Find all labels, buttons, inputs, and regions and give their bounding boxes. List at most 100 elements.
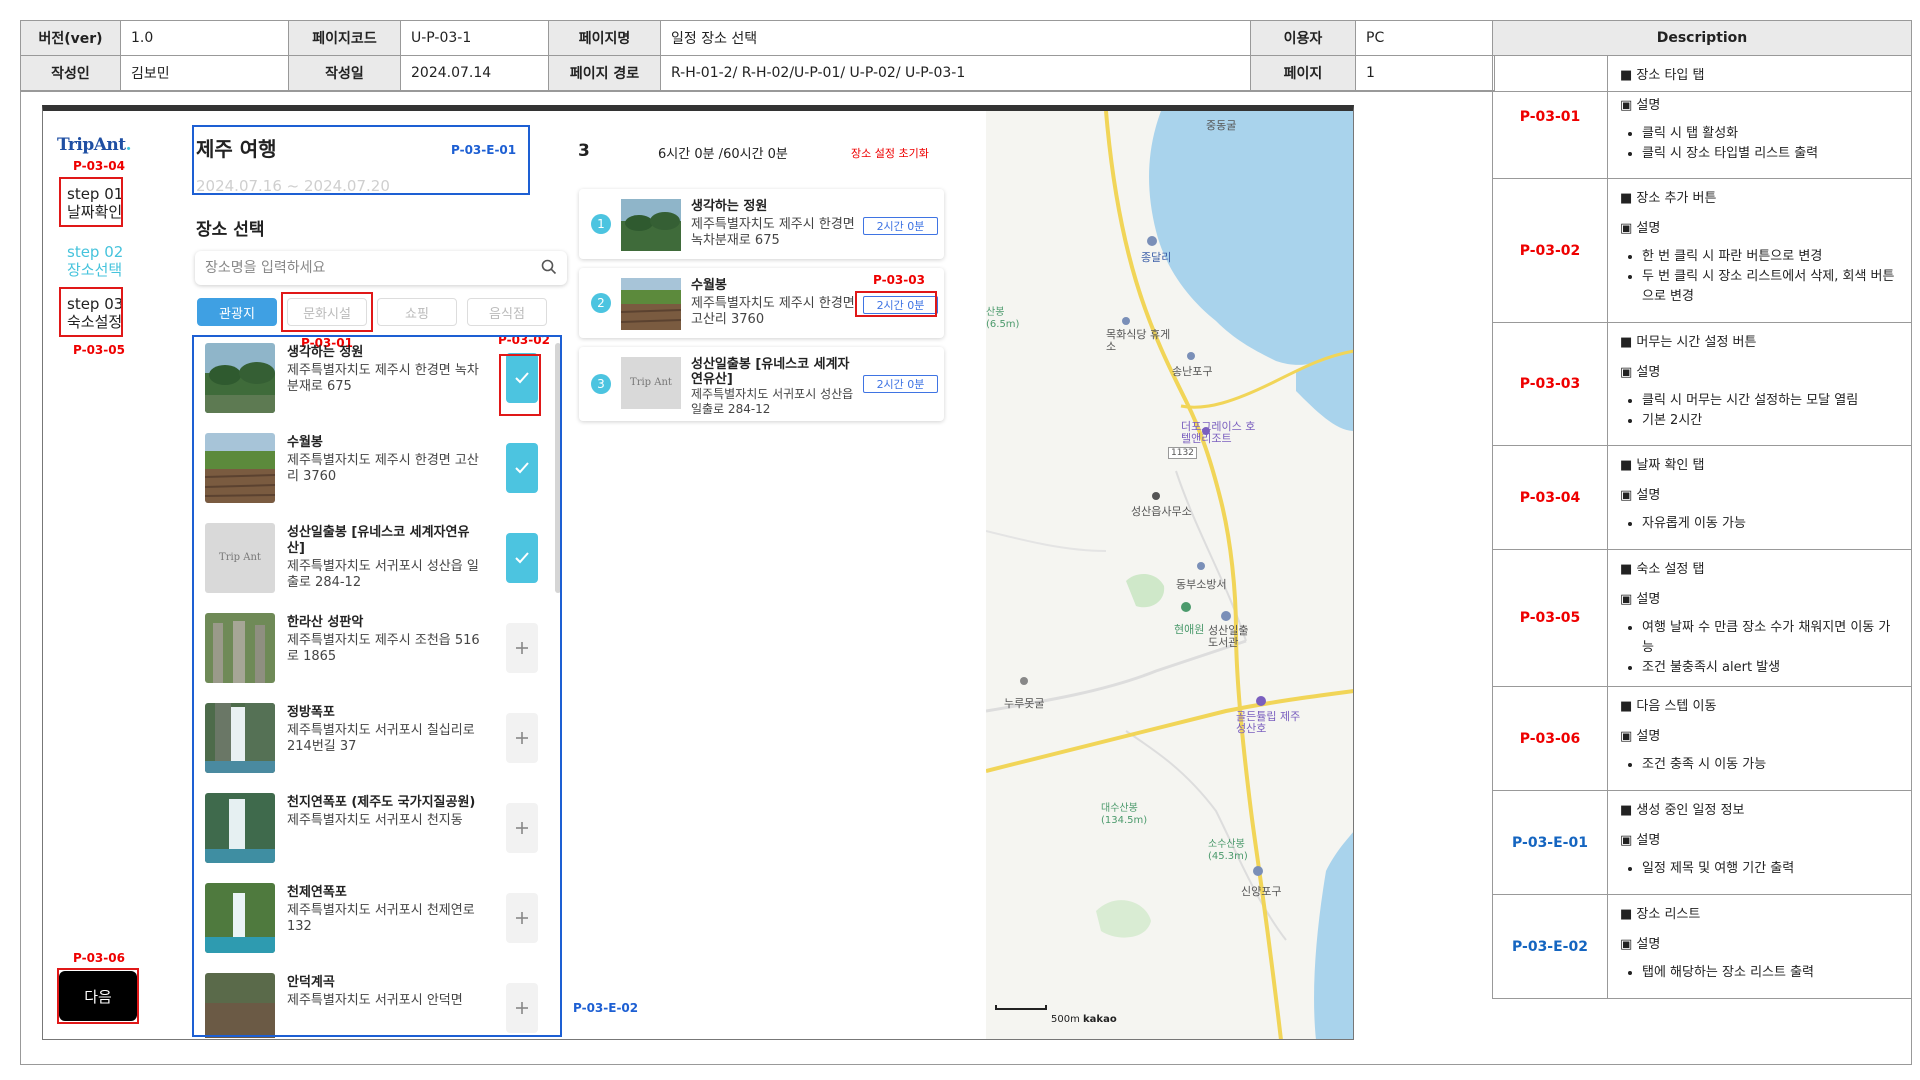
map[interactable]: 종달리 중동굴 목화식당 휴게소 송난포구 더포그레이스 호텔앤리조트 성산읍사… <box>986 111 1353 1039</box>
tab-restaurants[interactable]: 음식점 <box>467 298 547 326</box>
desc-sub: ▣ 설명 <box>1620 488 1661 503</box>
map-label: 소수산봉 (45.3m) <box>1208 839 1248 862</box>
desc-code: P-03-01 <box>1492 55 1608 179</box>
desc-code: P-03-02 <box>1492 178 1608 323</box>
app-window: TripAnt. P-03-04 step 01 날짜확인 step 02 장소… <box>42 105 1354 1040</box>
desc-title: ■ 날짜 확인 탭 <box>1620 458 1705 473</box>
desc-item: 클릭 시 머무는 시간 설정하는 모달 열림 <box>1642 391 1901 411</box>
version-value: 1.0 <box>120 20 289 56</box>
desc-code: P-03-05 <box>1492 549 1608 687</box>
desc-item: 자유롭게 이동 가능 <box>1642 514 1901 534</box>
page-value: 1 <box>1355 55 1495 91</box>
schedule-card[interactable]: 1 생각하는 정원 제주특별자치도 제주시 한경면 녹차분재로 675 2시간 … <box>579 189 944 259</box>
card-thumbnail <box>621 278 681 330</box>
desc-sub: ▣ 설명 <box>1620 221 1661 236</box>
description-header: Description <box>1492 20 1912 56</box>
schedule-card[interactable]: 3 Trip Ant 성산일출봉 [유네스코 세계자연유산] 제주특별자치도 서… <box>579 347 944 421</box>
annotation-box-e02 <box>192 335 562 1037</box>
map-label: 신양포구 <box>1241 885 1282 898</box>
desc-sub: ▣ 설명 <box>1620 592 1661 607</box>
card-place-name: 생각하는 정원 <box>691 199 768 214</box>
user-label: 이용자 <box>1250 20 1356 56</box>
map-label: 산봉 (6.5m) <box>986 307 1020 330</box>
desc-item: 클릭 시 장소 타입별 리스트 출력 <box>1642 144 1901 164</box>
map-label: 누루못굴 <box>1004 697 1045 710</box>
road-number-badge: 1132 <box>1168 447 1197 459</box>
step-02-place-select[interactable]: step 02 장소선택 <box>61 237 135 285</box>
desc-content: ■ 장소 추가 버튼 ▣ 설명 한 번 클릭 시 파란 버튼으로 변경두 번 클… <box>1607 178 1912 323</box>
meta-table: 버전(ver) 1.0 페이지코드 U-P-03-1 페이지명 일정 장소 선택… <box>20 20 1495 91</box>
stay-time-button[interactable]: 2시간 0분 <box>863 217 938 235</box>
desc-title: ■ 숙소 설정 탭 <box>1620 562 1705 577</box>
annotation-box-tabs <box>281 292 373 332</box>
search-input[interactable] <box>195 251 515 285</box>
search-icon[interactable] <box>541 259 557 279</box>
card-place-address: 제주특별자치도 서귀포시 성산읍 일출로 284-12 <box>691 387 854 416</box>
annotation-box-step01 <box>59 177 123 227</box>
desc-sub: ▣ 설명 <box>1620 365 1661 380</box>
annotation-p-03-06: P-03-06 <box>73 951 125 965</box>
annotation-box-next <box>57 968 139 1024</box>
tab-attractions[interactable]: 관광지 <box>197 298 277 326</box>
author-label: 작성인 <box>20 55 121 91</box>
desc-content: ■ 장소 리스트 ▣ 설명 탭에 해당하는 장소 리스트 출력 <box>1607 894 1912 999</box>
desc-item: 한 번 클릭 시 파란 버튼으로 변경 <box>1642 247 1901 267</box>
pagecode-value: U-P-03-1 <box>400 20 549 56</box>
desc-title: ■ 생성 중인 일정 정보 <box>1620 803 1745 818</box>
pagecode-label: 페이지코드 <box>288 20 401 56</box>
search-bar[interactable] <box>195 251 567 285</box>
desc-code: P-03-E-01 <box>1492 790 1608 895</box>
map-label: 목화식당 휴게소 <box>1106 328 1171 353</box>
logo-text: TripAnt <box>57 135 126 155</box>
map-label: 현애원 <box>1174 623 1205 636</box>
desc-item: 조건 불충족시 alert 발생 <box>1642 658 1901 678</box>
card-thumbnail: Trip Ant <box>621 357 681 409</box>
desc-content: ■ 다음 스텝 이동 ▣ 설명 조건 충족 시 이동 가능 <box>1607 686 1912 791</box>
pagename-label: 페이지명 <box>548 20 661 56</box>
desc-code: P-03-E-02 <box>1492 894 1608 999</box>
total-time: 6시간 0분 /60시간 0분 <box>658 147 788 162</box>
map-label: 더포그레이스 호텔앤리조트 <box>1181 420 1256 445</box>
desc-sub: ▣ 설명 <box>1620 937 1661 952</box>
scale-label: 500m <box>1051 1014 1080 1025</box>
reset-places-link[interactable]: 장소 설정 초기화 <box>851 145 929 161</box>
desc-title: ■ 장소 타입 탭 <box>1620 68 1705 83</box>
path-value: R-H-01-2/ R-H-02/U-P-01/ U-P-02/ U-P-03-… <box>660 55 1251 91</box>
desc-title: ■ 장소 추가 버튼 <box>1620 191 1717 206</box>
map-label: 성산읍사무소 <box>1131 505 1192 518</box>
desc-sub: ▣ 설명 <box>1620 833 1661 848</box>
stay-time-button[interactable]: 2시간 0분 <box>863 375 938 393</box>
annotation-p-03-04: P-03-04 <box>73 159 125 173</box>
order-badge: 3 <box>591 374 611 394</box>
card-place-address: 제주특별자치도 제주시 한경면 고산리 3760 <box>691 296 855 327</box>
version-label: 버전(ver) <box>20 20 121 56</box>
order-badge: 2 <box>591 293 611 313</box>
logo[interactable]: TripAnt. <box>57 135 132 155</box>
annotation-p-03-05: P-03-05 <box>73 343 125 357</box>
desc-item: 두 번 클릭 시 장소 리스트에서 삭제, 회색 버튼으로 변경 <box>1642 267 1901 307</box>
pagename-value: 일정 장소 선택 <box>660 20 1251 56</box>
desc-content: ■ 생성 중인 일정 정보 ▣ 설명 일정 제목 및 여행 기간 출력 <box>1607 790 1912 895</box>
description-table: Description P-03-01 ■ 장소 타입 탭 ▣ 설명 클릭 시 … <box>1492 20 1912 999</box>
card-thumbnail <box>621 199 681 251</box>
tab-shopping[interactable]: 쇼핑 <box>377 298 457 326</box>
logo-dot: . <box>125 135 132 155</box>
card-place-name: 성산일출봉 [유네스코 세계자연유산] <box>691 357 850 387</box>
annotation-box-e01 <box>192 125 530 195</box>
annotation-box-add-button <box>499 354 541 416</box>
map-label: 동부소방서 <box>1176 578 1227 591</box>
date-value: 2024.07.14 <box>400 55 549 91</box>
annotation-box-step03 <box>59 287 123 337</box>
map-label: 중동굴 <box>1206 119 1237 132</box>
desc-item: 일정 제목 및 여행 기간 출력 <box>1642 859 1901 879</box>
card-place-name: 수월봉 <box>691 278 727 293</box>
desc-sub: ▣ 설명 <box>1620 98 1661 113</box>
desc-content: ■ 장소 타입 탭 ▣ 설명 클릭 시 탭 활성화클릭 시 장소 타입별 리스트… <box>1607 55 1912 179</box>
desc-content: ■ 날짜 확인 탭 ▣ 설명 자유롭게 이동 가능 <box>1607 445 1912 550</box>
card-place-address: 제주특별자치도 제주시 한경면 녹차분재로 675 <box>691 217 855 248</box>
author-value: 김보민 <box>120 55 289 91</box>
annotation-p-03-03: P-03-03 <box>873 273 925 287</box>
desc-code: P-03-06 <box>1492 686 1608 791</box>
section-title: 장소 선택 <box>196 220 265 240</box>
desc-title: ■ 다음 스텝 이동 <box>1620 699 1717 714</box>
